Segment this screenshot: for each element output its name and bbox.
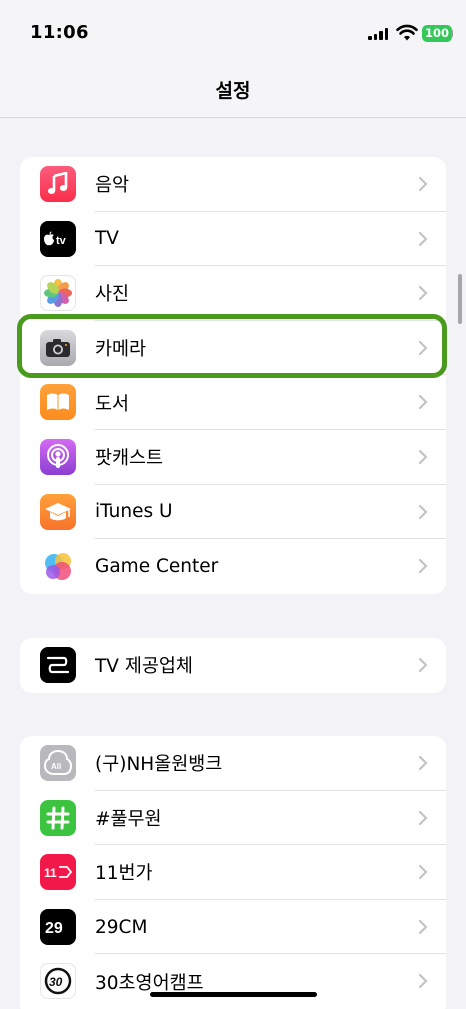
settings-row-label: 11번가	[95, 863, 153, 885]
chevron-right-icon	[418, 504, 428, 519]
settings-row-label: #풀무원	[95, 808, 162, 830]
chevron-right-icon	[418, 755, 428, 771]
settings-row-11st[interactable]: 11 11번가	[20, 845, 446, 900]
wifi-icon	[396, 24, 418, 41]
svg-text:tv: tv	[56, 235, 67, 247]
chevron-right-icon	[418, 231, 428, 246]
podcasts-icon	[40, 438, 76, 475]
settings-row-books[interactable]: 도서	[20, 375, 446, 430]
settings-row-label: 음악	[95, 175, 130, 197]
settings-row-nh-allone-bank[interactable]: All (구)NH올원뱅크	[20, 736, 446, 791]
chevron-right-icon	[418, 865, 428, 880]
svg-text:29: 29	[45, 920, 63, 937]
nh-allone-bank-icon: All	[40, 745, 76, 781]
svg-text:11: 11	[44, 866, 57, 880]
settings-row-label: 30초영어캠프	[95, 972, 204, 994]
settings-row-label: 도서	[95, 393, 130, 415]
chevron-right-icon	[418, 657, 428, 673]
music-icon	[40, 166, 76, 202]
11st-icon: 11	[40, 854, 76, 891]
itunes-u-icon	[40, 493, 76, 530]
navigation-bar: 설정	[0, 62, 466, 118]
chevron-right-icon	[418, 810, 428, 825]
settings-row-label: TV 제공업체	[95, 656, 193, 678]
home-indicator[interactable]	[150, 992, 317, 997]
settings-row-29cm[interactable]: 29 29CM	[20, 900, 446, 955]
settings-group-tv-provider: TV 제공업체	[20, 638, 446, 693]
chevron-right-icon	[418, 340, 428, 355]
chevron-right-icon	[418, 559, 428, 574]
settings-row-label: 29CM	[95, 916, 148, 938]
svg-text:All: All	[51, 762, 61, 771]
chevron-right-icon	[418, 286, 428, 301]
settings-row-label: TV	[95, 228, 119, 250]
cellular-signal-icon	[368, 28, 388, 40]
settings-row-label: Game Center	[95, 555, 219, 577]
page-title: 설정	[215, 80, 251, 102]
chevron-right-icon	[418, 395, 428, 410]
settings-row-pulmuone[interactable]: #풀무원	[20, 791, 446, 846]
settings-group-apps: 음악 tv TV 사진 카메라 도서 팟캐스트 iTunes U Game Ce…	[20, 157, 446, 594]
settings-row-itunes-u[interactable]: iTunes U	[20, 485, 446, 540]
settings-row-podcasts[interactable]: 팟캐스트	[20, 430, 446, 485]
game-center-icon	[40, 548, 76, 585]
status-time: 11:06	[30, 22, 89, 43]
settings-row-30sec-english[interactable]: 30 30초영어캠프	[20, 954, 446, 1009]
settings-row-music[interactable]: 음악	[20, 157, 446, 212]
settings-row-game-center[interactable]: Game Center	[20, 539, 446, 594]
settings-row-label: 사진	[95, 284, 130, 306]
settings-row-label: (구)NH올원뱅크	[95, 754, 223, 776]
battery-indicator: 100	[422, 25, 453, 42]
chevron-right-icon	[418, 974, 428, 989]
svg-text:30: 30	[49, 975, 63, 989]
chevron-right-icon	[418, 919, 428, 934]
settings-row-label: iTunes U	[95, 501, 173, 523]
30sec-english-icon: 30	[40, 963, 76, 1000]
chevron-right-icon	[418, 176, 428, 192]
battery-tip	[451, 30, 453, 37]
chevron-right-icon	[418, 449, 428, 465]
settings-row-camera[interactable]: 카메라	[20, 321, 446, 376]
settings-row-photos[interactable]: 사진	[20, 266, 446, 321]
settings-group-third-party-apps: All (구)NH올원뱅크 #풀무원 11 11번가 29 29CM 30 30…	[20, 736, 446, 1009]
scroll-indicator[interactable]	[458, 274, 462, 324]
books-icon	[40, 384, 76, 421]
settings-row-tv-provider[interactable]: TV 제공업체	[20, 638, 446, 693]
settings-row-tv[interactable]: tv TV	[20, 212, 446, 267]
photos-icon	[40, 275, 76, 312]
tv-provider-icon	[40, 647, 76, 683]
apple-tv-icon: tv	[40, 220, 76, 257]
29cm-icon: 29	[40, 908, 76, 945]
settings-row-label: 팟캐스트	[95, 448, 164, 470]
status-bar: 11:06 100	[0, 0, 466, 62]
pulmuone-icon	[40, 799, 76, 836]
settings-row-label: 카메라	[95, 339, 147, 361]
camera-icon	[40, 329, 76, 366]
